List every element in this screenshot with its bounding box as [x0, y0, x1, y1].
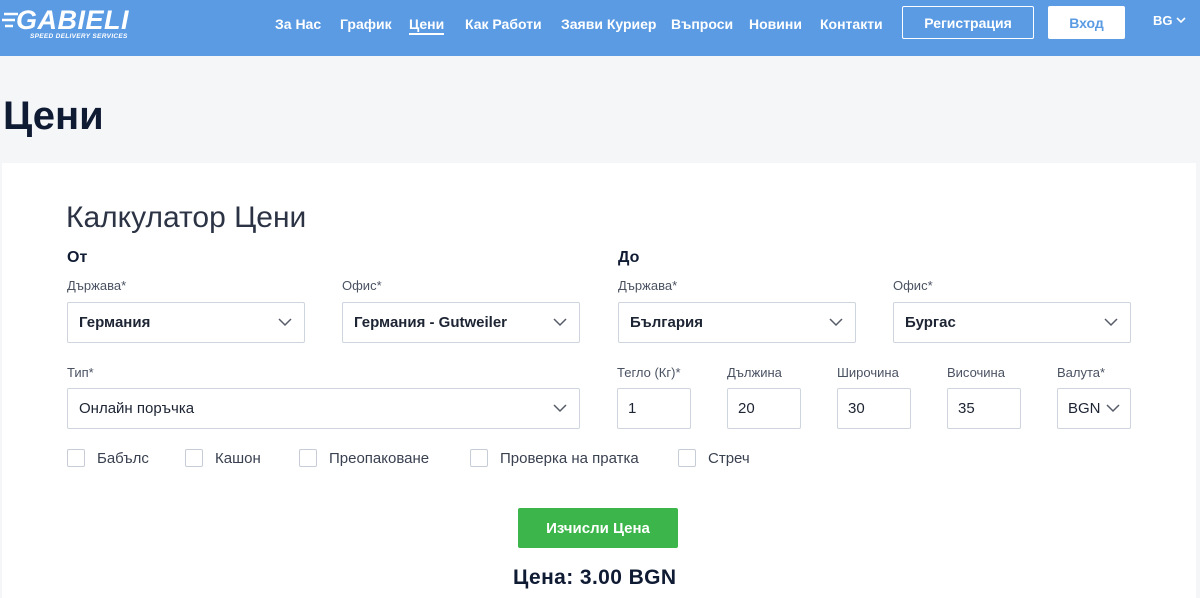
width-input[interactable] — [837, 388, 911, 429]
option-stretch-label: Стреч — [708, 449, 750, 467]
option-repack[interactable]: Преопаковане — [299, 449, 429, 467]
option-box[interactable]: Кашон — [185, 449, 261, 467]
currency-label: Валута* — [1057, 365, 1106, 380]
width-label: Широчина — [837, 365, 899, 380]
chevron-down-icon — [278, 318, 292, 327]
checkbox-icon[interactable] — [470, 449, 488, 467]
calculate-price-button[interactable]: Изчисли Цена — [518, 508, 678, 548]
checkbox-icon[interactable] — [299, 449, 317, 467]
from-office-select[interactable]: Германия - Gutweiler — [342, 302, 580, 343]
brand-logo[interactable]: GABIELI SPEED DELIVERY SERVICES — [2, 4, 142, 46]
brand-tagline: SPEED DELIVERY SERVICES — [30, 33, 128, 40]
register-button[interactable]: Регистрация — [902, 6, 1034, 39]
chevron-down-icon — [553, 404, 567, 413]
height-label: Височина — [947, 365, 1005, 380]
currency-value: BGN — [1068, 400, 1101, 417]
page-title: Цени — [3, 94, 104, 138]
option-box-label: Кашон — [215, 449, 261, 467]
weight-input[interactable] — [617, 388, 691, 429]
option-stretch[interactable]: Стреч — [678, 449, 750, 467]
length-label: Дължина — [727, 365, 782, 380]
checkbox-icon[interactable] — [185, 449, 203, 467]
type-select[interactable]: Онлайн поръчка — [67, 388, 580, 429]
option-inspection-label: Проверка на пратка — [500, 449, 639, 467]
to-office-value: Бургас — [905, 314, 956, 331]
from-country-value: Германия — [79, 314, 151, 331]
from-country-select[interactable]: Германия — [67, 302, 305, 343]
chevron-down-icon — [1106, 404, 1120, 413]
nav-item-news[interactable]: Новини — [749, 15, 802, 35]
nav-item-request-courier[interactable]: Заяви Куриер — [561, 15, 656, 35]
nav-item-about[interactable]: За Нас — [275, 15, 321, 35]
type-value: Онлайн поръчка — [79, 400, 195, 417]
to-country-label: Държава* — [618, 278, 678, 293]
checkbox-icon[interactable] — [678, 449, 696, 467]
calculator-title: Калкулатор Цени — [66, 201, 307, 234]
type-label: Тип* — [67, 365, 94, 380]
to-heading: До — [618, 249, 640, 266]
option-repack-label: Преопаковане — [329, 449, 430, 467]
option-bubbles[interactable]: Бабълс — [67, 449, 149, 467]
checkbox-icon[interactable] — [67, 449, 85, 467]
height-input[interactable] — [947, 388, 1021, 429]
chevron-down-icon — [829, 318, 843, 327]
to-office-label: Офис* — [893, 278, 933, 293]
nav-item-schedule[interactable]: График — [340, 15, 392, 35]
from-heading: От — [67, 249, 88, 266]
to-office-select[interactable]: Бургас — [893, 302, 1131, 343]
to-country-select[interactable]: България — [618, 302, 856, 343]
option-inspection[interactable]: Проверка на пратка — [470, 449, 639, 467]
from-office-value: Германия - Gutweiler — [354, 314, 508, 331]
nav-item-how-it-works[interactable]: Как Работи — [465, 15, 542, 35]
chevron-down-icon — [1104, 318, 1118, 327]
weight-label: Тегло (Кг)* — [617, 365, 681, 380]
chevron-down-icon — [553, 318, 567, 327]
from-office-label: Офис* — [342, 278, 382, 293]
length-input[interactable] — [727, 388, 801, 429]
top-navigation-bar: GABIELI SPEED DELIVERY SERVICES За Нас Г… — [0, 0, 1200, 56]
login-button[interactable]: Вход — [1048, 6, 1125, 39]
chevron-down-icon — [1175, 17, 1186, 24]
nav-item-faq[interactable]: Въпроси — [671, 15, 733, 35]
brand-name: GABIELI — [16, 5, 130, 35]
language-code: BG — [1153, 13, 1173, 28]
nav-item-contacts[interactable]: Контакти — [820, 15, 883, 35]
from-country-label: Държава* — [67, 278, 127, 293]
option-bubbles-label: Бабълс — [97, 449, 149, 467]
language-selector[interactable]: BG — [1153, 13, 1186, 28]
currency-select[interactable]: BGN — [1057, 388, 1131, 429]
to-country-value: България — [630, 314, 703, 331]
price-result: Цена: 3.00 BGN — [513, 566, 677, 589]
nav-item-prices[interactable]: Цени — [409, 15, 445, 35]
